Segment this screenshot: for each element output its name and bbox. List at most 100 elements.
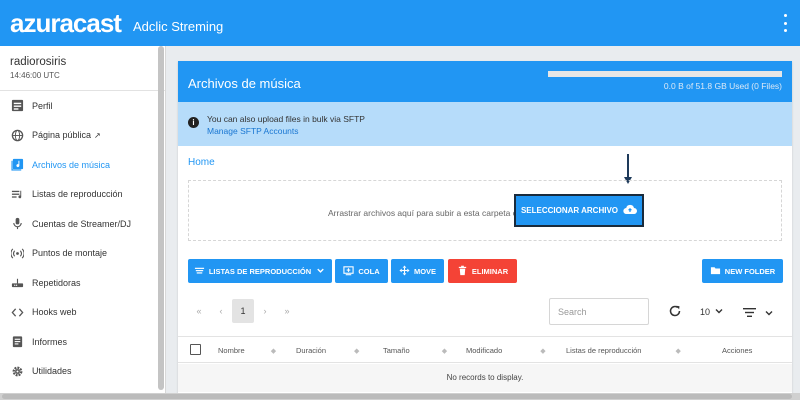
chevron-down-icon (315, 265, 326, 278)
sidebar-item-label: Listas de reproducción (32, 189, 123, 200)
station-title[interactable]: Adclic Streming (133, 19, 223, 34)
sort-icon: ◆ (540, 347, 546, 355)
sidebar-item-label: Archivos de música (32, 159, 111, 170)
sftp-info-text: You can also upload files in bulk via SF… (207, 114, 365, 124)
playlists-button-label: LISTAS DE REPRODUCCIÓN (208, 266, 312, 276)
playlists-dropdown-button[interactable]: LISTAS DE REPRODUCCIÓN (188, 259, 332, 283)
delete-button[interactable]: ELIMINAR (448, 259, 517, 283)
report-icon (10, 335, 24, 349)
new-folder-button-label: NEW FOLDER (724, 266, 776, 276)
folder-icon (710, 265, 721, 278)
sort-icon: ◆ (354, 347, 360, 355)
move-arrows-icon (399, 264, 410, 278)
sidebar-item-music-files[interactable]: Archivos de música (0, 150, 165, 180)
dropzone-text: Arrastrar archivos aquí para subir a est… (328, 208, 518, 218)
more-menu-icon[interactable] (782, 14, 788, 32)
trash-icon (457, 265, 468, 278)
sidebar: radiorosiris 14:46:00 UTC Perfil Página … (0, 46, 166, 400)
move-button-label: MOVE (413, 266, 437, 276)
router-icon (10, 276, 24, 290)
sidebar-item-mount-points[interactable]: Puntos de montaje (0, 239, 165, 269)
first-page-button[interactable]: « (188, 299, 210, 323)
column-header-size[interactable]: Tamaño ◆ (383, 346, 447, 355)
sidebar-item-label: Cuentas de Streamer/DJ (32, 218, 132, 229)
column-label: Listas de reproducción (566, 346, 642, 355)
storage-quota-bar (548, 71, 782, 77)
sort-lines-icon (194, 265, 205, 278)
upload-dropzone[interactable]: Arrastrar archivos aquí para subir a est… (188, 180, 782, 241)
column-label: Tamaño (383, 346, 410, 355)
move-button[interactable]: MOVE (391, 259, 444, 283)
column-label: Acciones (722, 346, 753, 355)
last-page-button[interactable]: » (276, 299, 298, 323)
cloud-upload-icon (623, 204, 638, 217)
search-input[interactable] (549, 298, 649, 325)
sidebar-item-label: Repetidoras (32, 277, 81, 288)
sidebar-item-label: Informes (32, 336, 68, 347)
storage-quota-text: 0.0 B of 51.8 GB Used (0 Files) (663, 81, 782, 91)
sidebar-scrollbar[interactable] (158, 46, 164, 390)
new-folder-button[interactable]: NEW FOLDER (702, 259, 783, 283)
queue-button[interactable]: COLA (335, 259, 388, 283)
sidebar-item-label: Utilidades (32, 366, 72, 377)
next-page-button[interactable]: › (254, 299, 276, 323)
per-page-select[interactable]: 10 (700, 306, 724, 318)
table-header: Nombre ◆ Duración ◆ Tamaño ◆ Modificado … (178, 336, 792, 363)
manage-sftp-link[interactable]: Manage SFTP Accounts (207, 126, 299, 136)
gear-icon (10, 364, 24, 378)
empty-table-message: No records to display. (178, 364, 792, 392)
globe-icon (10, 128, 24, 142)
column-header-name[interactable]: Nombre ◆ (218, 346, 276, 355)
sidebar-item-label: Puntos de montaje (32, 248, 108, 259)
code-icon (10, 305, 24, 319)
sidebar-item-profile[interactable]: Perfil (0, 91, 165, 121)
sidebar-item-label: Perfil (32, 100, 53, 111)
music-library-icon (10, 158, 24, 172)
sidebar-item-public-page[interactable]: Página pública ↗ (0, 121, 165, 151)
azuracast-logo[interactable]: azuracast (10, 10, 122, 36)
column-header-playlists[interactable]: Listas de reproducción ◆ (566, 346, 681, 355)
microphone-icon (10, 217, 24, 231)
current-page-button[interactable]: 1 (232, 299, 254, 323)
sort-icon: ◆ (675, 347, 681, 355)
column-filter-dropdown[interactable] (743, 305, 774, 323)
filter-lines-icon (743, 305, 756, 323)
column-header-duration[interactable]: Duración ◆ (296, 346, 359, 355)
sort-icon: ◆ (441, 347, 448, 355)
pagination: « ‹ 1 › » (188, 299, 298, 323)
column-label: Nombre (218, 346, 245, 355)
column-label: Modificado (466, 346, 503, 355)
select-file-label: SELECCIONAR ARCHIVO (520, 206, 619, 215)
top-bar: azuracast Adclic Streming (0, 0, 800, 46)
annotation-arrow-line (627, 154, 629, 179)
select-all-checkbox[interactable] (190, 344, 201, 355)
breadcrumb-home[interactable]: Home (188, 157, 215, 168)
sidebar-item-utilities[interactable]: Utilidades (0, 357, 165, 387)
broadcast-icon (10, 246, 24, 260)
sidebar-item-label: Página pública (32, 130, 92, 141)
sidebar-item-relays[interactable]: Repetidoras (0, 268, 165, 298)
sftp-info-alert: i You can also upload files in bulk via … (178, 102, 792, 146)
horizontal-scrollbar[interactable] (0, 393, 800, 400)
refresh-icon[interactable] (668, 304, 682, 318)
queue-icon (343, 265, 355, 278)
chevron-down-icon (714, 306, 724, 318)
sort-icon: ◆ (270, 347, 277, 355)
station-info: radiorosiris 14:46:00 UTC (0, 46, 165, 91)
sidebar-item-streamers[interactable]: Cuentas de Streamer/DJ (0, 209, 165, 239)
card-header: Archivos de música 0.0 B of 51.8 GB Used… (178, 61, 792, 102)
sidebar-item-reports[interactable]: Informes (0, 327, 165, 357)
select-file-button[interactable]: SELECCIONAR ARCHIVO (514, 194, 644, 227)
column-header-modified[interactable]: Modificado ◆ (466, 346, 546, 355)
prev-page-button[interactable]: ‹ (210, 299, 232, 323)
sidebar-item-label: Hooks web (32, 307, 77, 318)
sidebar-item-playlists[interactable]: Listas de reproducción (0, 180, 165, 210)
external-link-icon: ↗ (94, 130, 101, 140)
horizontal-scrollbar-thumb[interactable] (2, 394, 792, 399)
column-header-actions: Acciones (722, 346, 752, 355)
chevron-down-icon (764, 305, 774, 323)
station-time: 14:46:00 UTC (10, 71, 60, 80)
sidebar-item-webhooks[interactable]: Hooks web (0, 298, 165, 328)
column-label: Duración (296, 346, 327, 355)
queue-button-label: COLA (358, 266, 380, 276)
